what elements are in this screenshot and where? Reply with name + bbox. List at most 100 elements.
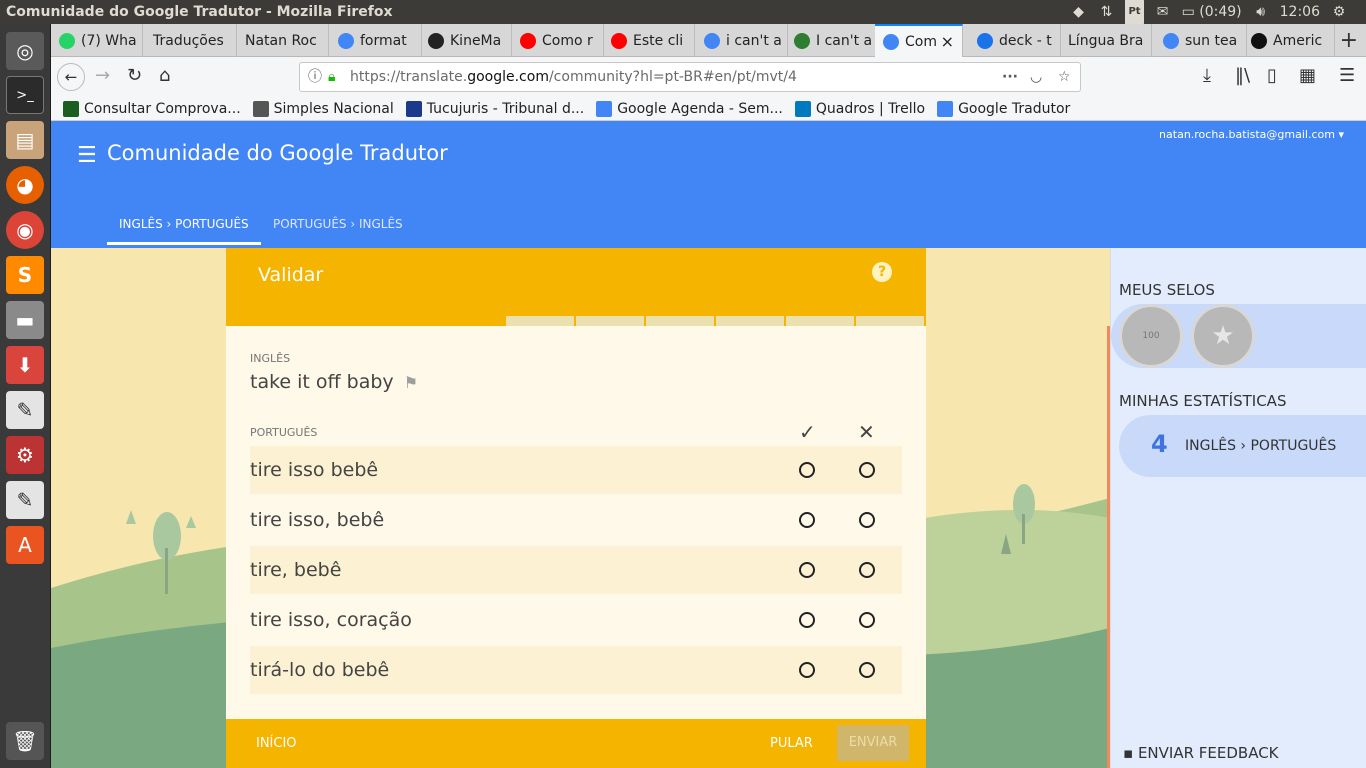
skip-button[interactable]: PULAR (770, 736, 813, 751)
battery-indicator[interactable]: ▭ (0:49) (1182, 0, 1242, 24)
chrome-icon[interactable]: ◉ (6, 211, 44, 249)
page-actions-icon[interactable]: ··· (1002, 63, 1018, 91)
browser-tab[interactable]: Natan Roc (237, 24, 329, 57)
forward-arrow-icon[interactable]: → (95, 65, 110, 86)
tab-portuguese-english[interactable]: PORTUGUÊS › INGLÊS (273, 217, 403, 231)
sidebar-toggle-icon[interactable]: ▯ (1267, 65, 1277, 86)
back-arrow-icon[interactable]: ← (57, 63, 85, 91)
trophy-badge-icon[interactable]: 100 (1119, 304, 1183, 368)
volume-icon[interactable]: 🔊︎ (1252, 0, 1270, 24)
text-editor-icon[interactable]: ✎ (6, 391, 44, 429)
browser-tab[interactable]: sun tea (1155, 24, 1247, 57)
browser-tab[interactable]: i can't a (696, 24, 788, 57)
feedback-button[interactable]: ▪ ENVIAR FEEDBACK (1123, 744, 1279, 762)
start-button[interactable]: INÍCIO (256, 736, 297, 751)
network-icon[interactable]: ⇅ (1097, 0, 1115, 24)
battery-icon: ▭ (1181, 4, 1195, 20)
browser-tab[interactable]: Traduções (145, 24, 237, 57)
settings-gear-icon[interactable]: ⚙ (1330, 0, 1348, 24)
reject-radio[interactable] (859, 562, 875, 578)
url-suffix: /community?hl=pt-BR#en/pt/mvt/4 (548, 69, 797, 85)
flag-icon[interactable]: ⚑ (404, 373, 418, 392)
clock[interactable]: 12:06 (1280, 0, 1320, 24)
terminal-icon[interactable]: >_ (6, 76, 44, 114)
bookmark-item[interactable]: Consultar Comprova... (63, 100, 241, 117)
dropbox-icon[interactable]: ◆ (1069, 0, 1087, 24)
bookmark-item[interactable]: Tucujuris - Tribunal d... (405, 100, 584, 117)
bookmark-star-icon[interactable]: ☆ (1058, 63, 1071, 91)
browser-tab[interactable]: Este cli (603, 24, 695, 57)
browser-tab[interactable]: KineMa (420, 24, 512, 57)
card-header: Validar ? (226, 248, 926, 316)
browser-tab[interactable]: format (330, 24, 422, 57)
tab-english-portuguese[interactable]: INGLÊS › PORTUGUÊS (107, 217, 261, 245)
approve-radio[interactable] (799, 512, 815, 528)
reject-radio[interactable] (859, 462, 875, 478)
reject-radio[interactable] (859, 662, 875, 678)
gedit-icon[interactable]: ✎ (6, 481, 44, 519)
mail-icon[interactable]: ✉ (1154, 0, 1172, 24)
menu-icon[interactable]: ☰ (77, 143, 97, 168)
battery-time: (0:49) (1199, 4, 1242, 20)
progress-segment (436, 316, 504, 326)
home-icon[interactable]: ⌂ (159, 65, 170, 86)
keyboard-layout-indicator[interactable]: Pt (1125, 0, 1144, 25)
firefox-icon[interactable]: ◕ (6, 166, 44, 204)
validation-card: Validar ? INGLÊS take it off baby ⚑ PORTU… (226, 248, 926, 768)
pocket-icon[interactable]: ◡ (1030, 63, 1042, 91)
bookmark-item[interactable]: Google Tradutor (937, 100, 1070, 117)
tab-label: I can't a (816, 32, 873, 49)
browser-tab[interactable]: Com × (875, 24, 963, 57)
browser-tab[interactable]: Língua Bra (1060, 24, 1152, 57)
progress-segment (366, 316, 434, 326)
window-titlebar: Comunidade do Google Tradutor - Mozilla … (0, 0, 1366, 25)
installer-icon[interactable]: ⬇ (6, 346, 44, 384)
bookmark-item[interactable]: Simples Nacional (252, 100, 394, 117)
browser-tab[interactable]: I can't a (786, 24, 878, 57)
approve-radio[interactable] (799, 562, 815, 578)
approve-radio[interactable] (799, 612, 815, 628)
url-prefix: https://translate. (350, 69, 468, 85)
chevron-down-icon: ▾ (1338, 128, 1344, 141)
browser-tab[interactable]: Como r (512, 24, 604, 57)
browser-tab[interactable]: Americ (1243, 24, 1335, 57)
stat-value: 4 (1151, 430, 1168, 458)
account-email[interactable]: natan.rocha.batista@gmail.com ▾ (1159, 128, 1344, 141)
bookmark-label: Simples Nacional (273, 100, 394, 117)
system-settings-icon[interactable]: ⚙ (6, 436, 44, 474)
tab-label: sun tea (1185, 32, 1238, 49)
downloads-icon[interactable]: ⤓ (1203, 65, 1211, 86)
card-footer: INÍCIO PULAR ENVIAR (226, 719, 926, 768)
bookmark-item[interactable]: Quadros | Trello (794, 100, 925, 117)
bookmark-item[interactable]: Google Agenda - Sem... (596, 100, 783, 117)
reject-radio[interactable] (859, 512, 875, 528)
feedback-icon: ▪ (1123, 744, 1134, 762)
software-center-icon[interactable]: A (6, 526, 44, 564)
info-icon[interactable]: ⓘ (308, 63, 322, 91)
translation-row: tire isso, bebê (250, 496, 902, 544)
help-icon[interactable]: ? (872, 262, 892, 282)
youtube-icon (611, 32, 627, 49)
approve-radio[interactable] (799, 462, 815, 478)
library-icon[interactable]: ‖\ (1235, 65, 1250, 86)
trash-icon[interactable]: 🗑︎ (6, 722, 44, 760)
files-icon[interactable]: ▤ (6, 121, 44, 159)
browser-tab[interactable]: (7) Wha (51, 24, 143, 57)
new-tab-plus-icon[interactable]: + (1340, 28, 1358, 53)
url-bar[interactable]: ⓘ 🔒︎ https://translate.google.com/commun… (299, 62, 1081, 92)
bookmark-favicon-icon (794, 100, 811, 117)
page-title: Comunidade do Google Tradutor (107, 141, 448, 165)
extensions-icon[interactable]: ▦ (1299, 65, 1316, 86)
close-tab-icon[interactable]: × (941, 32, 954, 51)
menu-hamburger-icon[interactable]: ☰ (1339, 65, 1355, 86)
sublime-text-icon[interactable]: S (6, 256, 44, 294)
dash-icon[interactable]: ◎ (6, 32, 44, 70)
reject-radio[interactable] (859, 612, 875, 628)
approve-radio[interactable] (799, 662, 815, 678)
source-language-label: INGLÊS (250, 352, 291, 365)
send-button[interactable]: ENVIAR (837, 725, 909, 761)
star-badge-icon[interactable]: ★ (1191, 304, 1255, 368)
browser-tab[interactable]: deck - t (969, 24, 1061, 57)
reload-icon[interactable]: ↻ (127, 65, 142, 86)
disk-icon[interactable]: ▬ (6, 301, 44, 339)
